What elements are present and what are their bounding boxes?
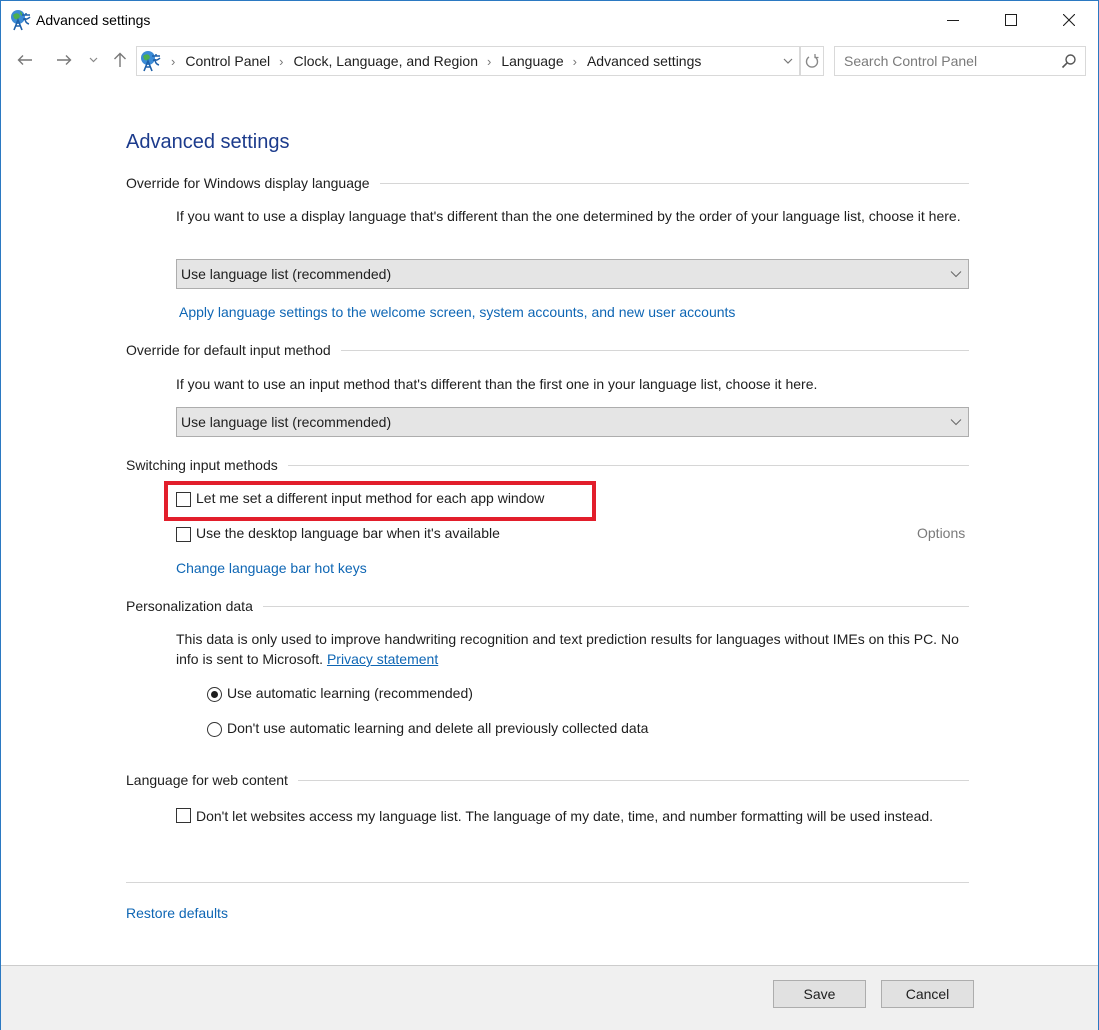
change-hot-keys-link[interactable]: Change language bar hot keys bbox=[176, 560, 367, 576]
select-value: Use language list (recommended) bbox=[181, 414, 392, 430]
minimize-icon bbox=[947, 20, 959, 21]
section-heading: Switching input methods bbox=[126, 457, 278, 473]
section-display-language: Override for Windows display language bbox=[126, 175, 969, 191]
page-title: Advanced settings bbox=[126, 131, 290, 153]
save-button[interactable]: Save bbox=[773, 980, 866, 1008]
restore-defaults-link[interactable]: Restore defaults bbox=[126, 905, 228, 921]
select-value: Use language list (recommended) bbox=[181, 266, 392, 282]
personalization-description-text: This data is only used to improve handwr… bbox=[176, 631, 959, 667]
advanced-settings-window: Advanced settings › Control Panel › Cloc… bbox=[0, 0, 1099, 1030]
apply-language-settings-link[interactable]: Apply language settings to the welcome s… bbox=[179, 304, 735, 320]
breadcrumb-advanced-settings[interactable]: Advanced settings bbox=[587, 53, 701, 69]
breadcrumb-clock-language-region[interactable]: Clock, Language, and Region bbox=[294, 53, 478, 69]
chevron-down-icon bbox=[950, 271, 962, 278]
per-app-input-method-checkbox-row[interactable]: Let me set a different input method for … bbox=[176, 490, 544, 507]
breadcrumb-separator-icon[interactable]: › bbox=[279, 54, 283, 69]
section-web-content: Language for web content bbox=[126, 772, 969, 788]
close-button[interactable] bbox=[1040, 1, 1098, 39]
per-app-input-method-checkbox[interactable] bbox=[176, 492, 191, 507]
checkbox-label: Don't let websites access my language li… bbox=[196, 808, 934, 824]
chevron-down-icon bbox=[950, 419, 962, 426]
control-panel-language-icon bbox=[11, 10, 31, 31]
section-heading: Personalization data bbox=[126, 598, 253, 614]
web-content-checkbox-row[interactable]: Don't let websites access my language li… bbox=[176, 806, 946, 826]
cancel-button[interactable]: Cancel bbox=[881, 980, 974, 1008]
back-button[interactable] bbox=[13, 48, 37, 72]
section-divider bbox=[379, 182, 969, 184]
arrow-left-icon bbox=[17, 55, 32, 65]
chevron-down-icon bbox=[783, 58, 793, 64]
section-divider bbox=[297, 779, 969, 781]
breadcrumb-separator-icon[interactable]: › bbox=[487, 54, 491, 69]
settings-content: Advanced settings Override for Windows d… bbox=[1, 81, 1098, 965]
chevron-down-icon bbox=[89, 57, 97, 63]
maximize-icon bbox=[1005, 14, 1017, 26]
maximize-button[interactable] bbox=[982, 1, 1040, 39]
personalization-description: This data is only used to improve handwr… bbox=[176, 629, 976, 669]
checkbox-label: Use the desktop language bar when it's a… bbox=[196, 525, 500, 541]
title-bar: Advanced settings bbox=[1, 1, 1098, 39]
section-heading: Override for default input method bbox=[126, 342, 331, 358]
checkbox-label: Let me set a different input method for … bbox=[196, 490, 545, 506]
minimize-button[interactable] bbox=[924, 1, 982, 39]
refresh-button[interactable] bbox=[800, 46, 824, 76]
no-automatic-learning-radio[interactable] bbox=[207, 722, 222, 737]
arrow-right-icon bbox=[57, 55, 72, 65]
input-method-select[interactable]: Use language list (recommended) bbox=[176, 407, 969, 437]
breadcrumb-separator-icon[interactable]: › bbox=[171, 54, 175, 69]
search-icon[interactable] bbox=[1061, 53, 1077, 69]
section-heading: Language for web content bbox=[126, 772, 288, 788]
display-language-select[interactable]: Use language list (recommended) bbox=[176, 259, 969, 289]
breadcrumb-separator-icon[interactable]: › bbox=[573, 54, 577, 69]
section-divider bbox=[287, 464, 969, 466]
breadcrumb-control-panel[interactable]: Control Panel bbox=[185, 53, 270, 69]
section-switching-input-methods: Switching input methods bbox=[126, 457, 969, 473]
section-divider bbox=[262, 605, 969, 607]
window-title: Advanced settings bbox=[36, 12, 151, 28]
language-bar-options-link[interactable]: Options bbox=[917, 525, 965, 541]
section-input-method: Override for default input method bbox=[126, 342, 969, 358]
input-method-description: If you want to use an input method that'… bbox=[176, 376, 818, 392]
web-content-language-checkbox[interactable] bbox=[176, 808, 191, 823]
search-box bbox=[834, 46, 1086, 76]
radio-label: Use automatic learning (recommended) bbox=[227, 685, 473, 701]
display-language-description: If you want to use a display language th… bbox=[176, 208, 961, 224]
section-heading: Override for Windows display language bbox=[126, 175, 370, 191]
up-button[interactable] bbox=[108, 48, 132, 72]
recent-locations-button[interactable] bbox=[84, 48, 102, 72]
section-personalization-data: Personalization data bbox=[126, 598, 969, 614]
automatic-learning-radio[interactable] bbox=[207, 687, 222, 702]
no-automatic-learning-radio-row[interactable]: Don't use automatic learning and delete … bbox=[207, 720, 648, 737]
desktop-language-bar-checkbox[interactable] bbox=[176, 527, 191, 542]
address-history-dropdown[interactable] bbox=[777, 47, 799, 75]
dialog-footer: Save Cancel bbox=[1, 965, 1098, 1030]
navigation-bar: › Control Panel › Clock, Language, and R… bbox=[1, 43, 1098, 77]
section-divider bbox=[340, 349, 969, 351]
address-bar[interactable]: › Control Panel › Clock, Language, and R… bbox=[136, 46, 800, 76]
search-input[interactable] bbox=[835, 47, 1055, 75]
content-divider bbox=[126, 882, 969, 883]
desktop-language-bar-checkbox-row[interactable]: Use the desktop language bar when it's a… bbox=[176, 525, 500, 542]
arrow-up-icon bbox=[114, 52, 126, 67]
breadcrumb-language[interactable]: Language bbox=[501, 53, 563, 69]
radio-label: Don't use automatic learning and delete … bbox=[227, 720, 649, 736]
close-icon bbox=[1063, 14, 1075, 26]
privacy-statement-link[interactable]: Privacy statement bbox=[327, 651, 438, 667]
control-panel-language-icon bbox=[141, 51, 161, 72]
automatic-learning-radio-row[interactable]: Use automatic learning (recommended) bbox=[207, 685, 473, 702]
refresh-icon bbox=[805, 54, 819, 68]
forward-button[interactable] bbox=[52, 48, 76, 72]
